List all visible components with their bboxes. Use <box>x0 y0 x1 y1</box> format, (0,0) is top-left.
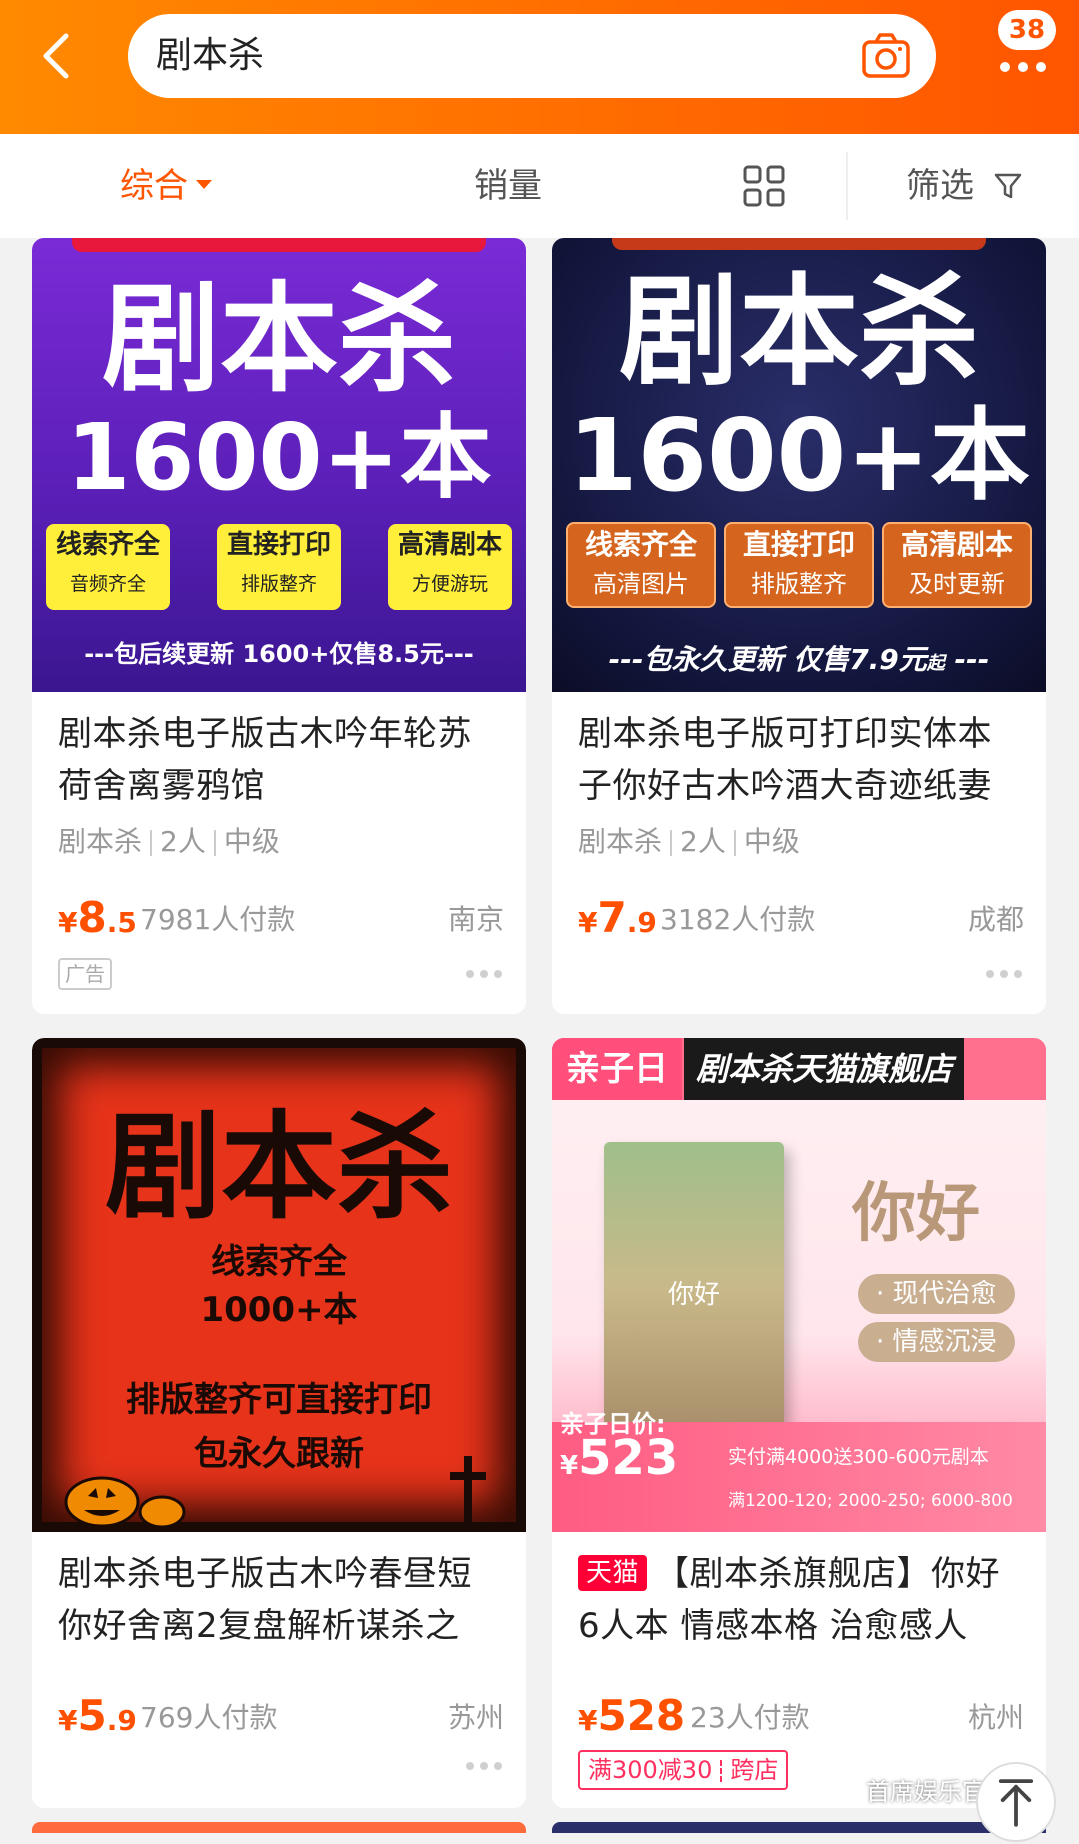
image-pill-2: · 情感沉浸 <box>858 1322 1015 1362</box>
product-image[interactable]: 剧本杀 1600+本 线索齐全 音频齐全 直接打印 排版整齐 高清剧本 方便游玩 --… <box>32 238 526 692</box>
product-title[interactable]: 剧本杀电子版古木吟春昼短你好舍离2复盘解析谋杀之 <box>58 1548 504 1652</box>
arrow-up-icon <box>998 1779 1034 1827</box>
image-line3: 排版整齐可直接打印 <box>126 1380 432 1420</box>
product-tags: 剧本杀 2人 中级 <box>578 825 800 858</box>
card-more-icon[interactable] <box>466 1762 502 1770</box>
back-icon[interactable] <box>30 26 90 86</box>
funnel-icon <box>994 173 1022 198</box>
image-headline: 剧本杀 <box>619 263 979 402</box>
feature-box: 高清剧本 及时更新 <box>882 522 1032 608</box>
book-box-art: 你好 <box>604 1142 784 1432</box>
product-tags: 剧本杀 2人 中级 <box>58 825 280 858</box>
more-menu-button[interactable]: 38 <box>992 10 1062 100</box>
sort-tab-label: 销量 <box>474 166 542 206</box>
camera-search-icon[interactable] <box>858 28 914 84</box>
image-feature-boxes: 线索齐全 音频齐全 直接打印 排版整齐 高清剧本 方便游玩 <box>46 524 512 610</box>
card-more-icon[interactable] <box>466 970 502 978</box>
next-card-peek <box>552 1822 1046 1833</box>
product-title[interactable]: 剧本杀电子版古木吟年轮苏荷舍离雾鸦馆 <box>58 708 504 812</box>
feature-box: 直接打印 排版整齐 <box>724 522 874 608</box>
sales-count: 7981人付款 <box>140 903 296 936</box>
sales-count: 23人付款 <box>690 1701 810 1734</box>
search-query[interactable]: 剧本杀 <box>156 32 264 80</box>
next-card-peek <box>32 1822 526 1833</box>
image-bottom-text: ---包永久更新 仅售7.9元起 --- <box>608 643 990 676</box>
price-row: ¥5.9 769人付款 苏州 <box>58 1690 504 1740</box>
sales-count: 3182人付款 <box>660 903 816 936</box>
image-line1: 线索齐全 <box>211 1242 347 1282</box>
image-subline: 1600+本 <box>66 404 492 511</box>
product-card[interactable]: 剧本杀 线索齐全 1000+本 排版整齐可直接打印 包永久跟新 剧本杀电子版古木… <box>32 1038 526 1808</box>
product-card[interactable]: 剧本杀 1600+本 线索齐全 高清图片 直接打印 排版整齐 高清剧本 及时更新 --… <box>552 238 1046 1014</box>
price-row: ¥8.5 7981人付款 南京 <box>58 892 504 942</box>
product-card[interactable]: 亲子日 剧本杀天猫旗舰店 你好 你好 · 现代治愈 · 情感沉浸 亲子日价: ¥… <box>552 1038 1046 1808</box>
product-title[interactable]: 天猫 【剧本杀旗舰店】你好 6人本 情感本格 治愈感人 <box>578 1548 1024 1652</box>
price: ¥8.5 <box>58 893 137 942</box>
image-store-name: 剧本杀天猫旗舰店 <box>684 1038 964 1100</box>
shop-city: 成都 <box>967 903 1024 936</box>
more-dots-icon <box>1000 62 1046 72</box>
back-to-top-button[interactable] <box>976 1762 1056 1842</box>
image-bottom-text: ---包后续更新 1600+仅售8.5元--- <box>84 640 474 668</box>
caret-down-icon <box>196 180 212 189</box>
price: ¥7.9 <box>578 893 657 942</box>
tmall-badge: 天猫 <box>578 1555 648 1591</box>
feature-box: 高清剧本 方便游玩 <box>388 524 512 610</box>
product-card[interactable]: 剧本杀 1600+本 线索齐全 音频齐全 直接打印 排版整齐 高清剧本 方便游玩 --… <box>32 238 526 1014</box>
top-bar: 剧本杀 38 <box>0 0 1079 134</box>
image-subline: 1600+本 <box>567 397 1031 514</box>
shop-city: 杭州 <box>967 1701 1024 1734</box>
product-image[interactable]: 剧本杀 1600+本 线索齐全 高清图片 直接打印 排版整齐 高清剧本 及时更新 --… <box>552 238 1046 692</box>
pumpkin-icon <box>64 1476 186 1528</box>
sort-tab-sales[interactable]: 销量 <box>474 162 542 210</box>
watermark-text: 首席娱乐官 <box>866 1778 986 1806</box>
filter-label: 筛选 <box>906 166 974 206</box>
feature-box: 线索齐全 高清图片 <box>566 522 716 608</box>
sort-tab-comprehensive[interactable]: 综合 <box>120 162 212 210</box>
price: ¥528 <box>578 1691 686 1740</box>
feature-box: 线索齐全 音频齐全 <box>46 524 170 610</box>
feature-box: 直接打印 排版整齐 <box>217 524 341 610</box>
image-headline: 剧本杀 <box>105 1100 453 1235</box>
image-offer-2: 满1200-120; 2000-250; 6000-800 <box>728 1491 1013 1511</box>
image-headline: 剧本杀 <box>101 270 456 408</box>
product-image[interactable]: 剧本杀 线索齐全 1000+本 排版整齐可直接打印 包永久跟新 <box>32 1038 526 1532</box>
day-price: ¥523 <box>560 1430 679 1486</box>
image-line2: 1000+本 <box>200 1290 358 1330</box>
search-box[interactable]: 剧本杀 <box>128 14 936 98</box>
sales-count: 769人付款 <box>140 1701 278 1734</box>
product-image[interactable]: 亲子日 剧本杀天猫旗舰店 你好 你好 · 现代治愈 · 情感沉浸 亲子日价: ¥… <box>552 1038 1046 1532</box>
image-tag: 亲子日 <box>552 1038 682 1100</box>
card-more-icon[interactable] <box>986 970 1022 978</box>
sort-tab-label: 综合 <box>120 166 188 206</box>
price-row: ¥7.9 3182人付款 成都 <box>578 892 1024 942</box>
product-title[interactable]: 剧本杀电子版可打印实体本子你好古木吟酒大奇迹纸妻 <box>578 708 1024 812</box>
price-row: ¥528 23人付款 杭州 <box>578 1690 1024 1740</box>
image-hello: 你好 <box>852 1177 980 1251</box>
shop-city: 苏州 <box>447 1701 504 1734</box>
grave-cross-icon <box>450 1456 486 1526</box>
price: ¥5.9 <box>58 1691 137 1740</box>
image-pill-1: · 现代治愈 <box>858 1274 1015 1314</box>
filter-button[interactable]: 筛选 <box>906 162 1023 210</box>
shop-city: 南京 <box>447 903 504 936</box>
image-feature-boxes: 线索齐全 高清图片 直接打印 排版整齐 高清剧本 及时更新 <box>566 522 1032 608</box>
promo-tag: 满300减30 跨店 <box>578 1750 789 1790</box>
message-count-badge: 38 <box>998 10 1056 50</box>
divider <box>846 152 848 220</box>
sort-bar: 综合 销量 筛选 <box>0 134 1079 238</box>
ad-label: 广告 <box>58 958 112 990</box>
image-offer-1: 实付满4000送300-600元剧本 <box>728 1446 989 1468</box>
grid-view-icon[interactable] <box>742 164 786 208</box>
